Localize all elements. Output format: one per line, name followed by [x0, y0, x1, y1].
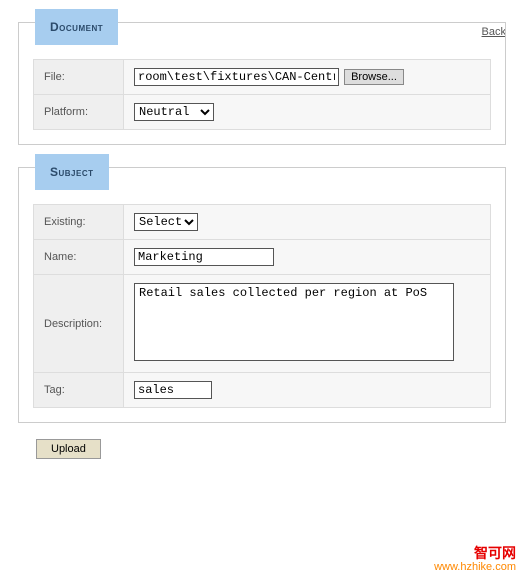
description-label: Description: — [34, 275, 124, 373]
platform-label: Platform: — [34, 95, 124, 130]
description-textarea[interactable]: Retail sales collected per region at PoS — [134, 283, 454, 361]
document-fieldset: Document File: Browse... Platform: Neutr… — [18, 22, 506, 145]
tag-label: Tag: — [34, 373, 124, 408]
subject-table: Existing: Select Name: Description: Reta… — [33, 204, 491, 408]
existing-label: Existing: — [34, 205, 124, 240]
document-table: File: Browse... Platform: Neutral — [33, 59, 491, 130]
document-legend: Document — [35, 9, 118, 45]
platform-select[interactable]: Neutral — [134, 103, 214, 121]
file-label: File: — [34, 60, 124, 95]
name-input[interactable] — [134, 248, 274, 266]
existing-select[interactable]: Select — [134, 213, 198, 231]
file-input[interactable] — [134, 68, 339, 86]
watermark-line1: 智可网 — [434, 546, 516, 561]
name-label: Name: — [34, 240, 124, 275]
watermark: 智可网 www.hzhike.com — [434, 546, 516, 573]
tag-input[interactable] — [134, 381, 212, 399]
upload-button[interactable]: Upload — [36, 439, 101, 459]
watermark-line2: www.hzhike.com — [434, 561, 516, 573]
subject-legend: Subject — [35, 154, 109, 190]
subject-fieldset: Subject Existing: Select Name: Descripti… — [18, 167, 506, 423]
browse-button[interactable]: Browse... — [344, 69, 404, 85]
